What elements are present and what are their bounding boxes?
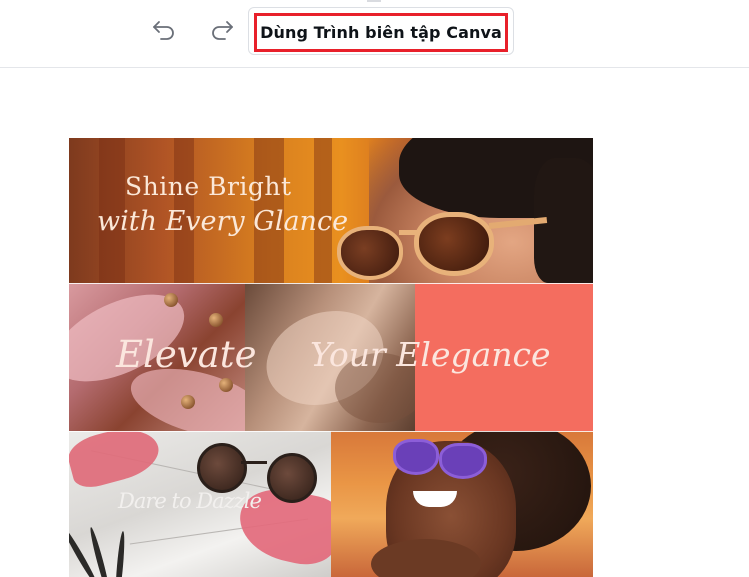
use-canva-editor-button[interactable]: Dùng Trình biên tập Canva [254, 13, 508, 52]
divider [69, 283, 593, 284]
edit-button-container: Dùng Trình biên tập Canva [248, 7, 514, 55]
design-preview[interactable]: Shine Bright with Every Glance Elevate Y… [69, 138, 593, 577]
drag-handle[interactable] [367, 0, 381, 2]
headline-every-glance: with Every Glance [97, 206, 349, 237]
undo-button[interactable] [149, 14, 179, 44]
undo-icon [153, 21, 174, 40]
divider [69, 431, 593, 432]
headline-shine-bright: Shine Bright [125, 172, 292, 201]
headline-your-elegance: Your Elegance [310, 335, 551, 374]
redo-button[interactable] [207, 14, 237, 44]
editor-toolbar: Dùng Trình biên tập Canva [0, 0, 749, 68]
panel-smiling-woman [331, 431, 593, 577]
redo-icon [212, 21, 233, 40]
headline-dare-to-dazzle: Dare to Dazzle [118, 489, 262, 513]
headline-elevate: Elevate [116, 333, 257, 376]
